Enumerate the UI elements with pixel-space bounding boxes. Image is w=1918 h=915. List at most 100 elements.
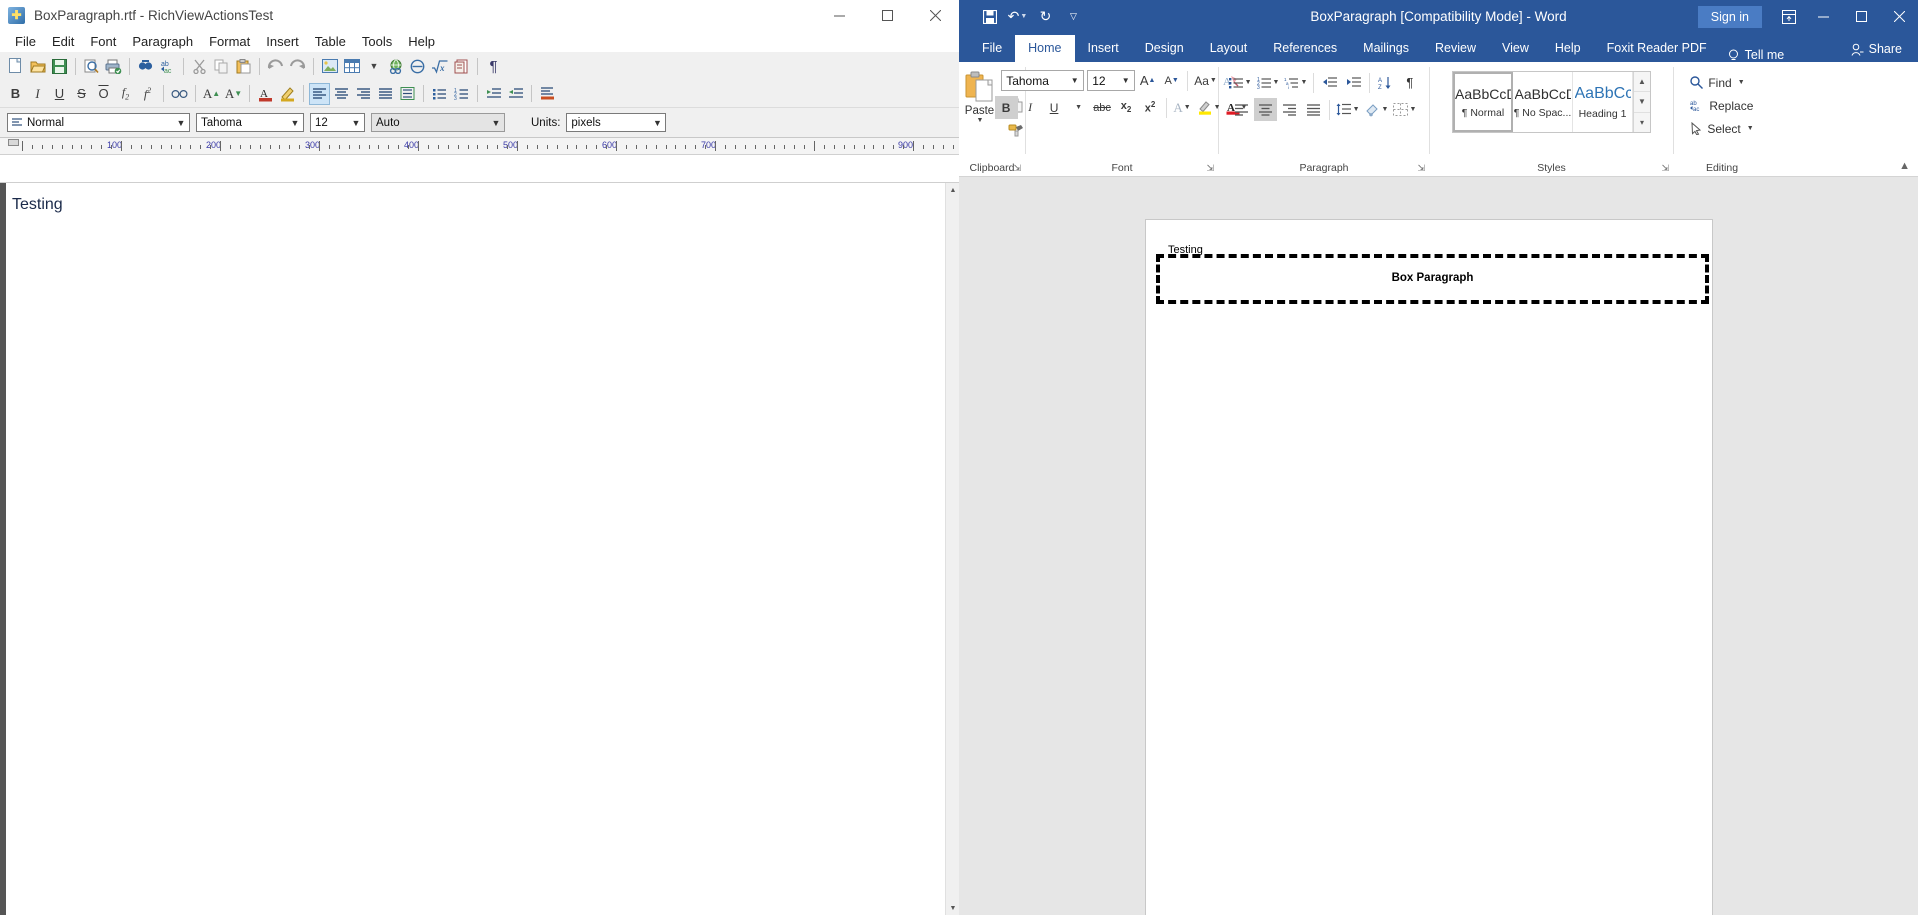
open-folder-icon[interactable]: [27, 55, 48, 77]
grow-font-icon[interactable]: A ▲: [1136, 69, 1159, 92]
find-button[interactable]: Find ▼: [1685, 72, 1758, 93]
menu-item-help[interactable]: Help: [400, 32, 443, 51]
bullets-icon[interactable]: ▼: [1227, 71, 1254, 94]
italic-icon[interactable]: I: [1019, 96, 1042, 119]
sort-icon[interactable]: AZ: [1374, 71, 1397, 94]
save-icon[interactable]: [977, 5, 1002, 29]
subscript-icon[interactable]: x2: [1115, 96, 1138, 119]
show-marks-icon[interactable]: ¶: [1398, 71, 1421, 94]
document-vertical-scrollbar[interactable]: ▲ ▼: [945, 183, 959, 915]
cut-icon[interactable]: [189, 55, 210, 77]
page-boxed-paragraph[interactable]: Box Paragraph: [1156, 254, 1709, 304]
subscript-icon[interactable]: f2: [115, 83, 136, 105]
paragraph-background-icon[interactable]: [537, 83, 558, 105]
richview-document-area[interactable]: Testing ▲ ▼: [0, 182, 959, 915]
numbered-list-icon[interactable]: 123: [451, 83, 472, 105]
tab-home[interactable]: Home: [1015, 35, 1075, 62]
format-painter-icon[interactable]: [1005, 118, 1028, 141]
increase-indent-icon[interactable]: [505, 83, 526, 105]
undo-icon[interactable]: ↶ ▼: [1005, 5, 1030, 29]
style-item-normal[interactable]: AaBbCcDc ¶ Normal: [1453, 72, 1513, 132]
show-formatting-marks-icon[interactable]: ¶: [483, 55, 504, 77]
font-combo[interactable]: Tahoma ▼: [196, 113, 304, 132]
scroll-down-icon[interactable]: ▼: [946, 901, 960, 915]
menu-item-tools[interactable]: Tools: [354, 32, 400, 51]
insert-hyperlink-icon[interactable]: [385, 55, 406, 77]
tab-mailings[interactable]: Mailings: [1350, 35, 1422, 62]
maximize-icon[interactable]: [1842, 0, 1880, 33]
replace-icon[interactable]: ab ac: [157, 55, 178, 77]
bold-icon[interactable]: B: [5, 83, 26, 105]
close-icon[interactable]: [911, 0, 959, 30]
multilevel-list-icon[interactable]: 1 a i ▼: [1282, 71, 1309, 94]
color-combo[interactable]: Auto ▼: [371, 113, 505, 132]
menu-item-font[interactable]: Font: [82, 32, 124, 51]
underline-icon[interactable]: U: [1043, 96, 1066, 119]
save-icon[interactable]: [49, 55, 70, 77]
tab-review[interactable]: Review: [1422, 35, 1489, 62]
chevron-down-icon[interactable]: ▼: [1747, 125, 1754, 132]
glasses-icon[interactable]: [169, 83, 190, 105]
menu-item-format[interactable]: Format: [201, 32, 258, 51]
shading-icon[interactable]: ▼: [1363, 98, 1391, 121]
font-size-combo[interactable]: 12 ▼: [310, 113, 365, 132]
superscript-icon[interactable]: x2: [1139, 96, 1162, 119]
shrink-font-icon[interactable]: A ▼: [223, 83, 244, 105]
highlight-color-icon[interactable]: [277, 83, 298, 105]
word-document-canvas[interactable]: Testing Box Paragraph: [959, 177, 1918, 915]
minimize-icon[interactable]: [1804, 0, 1842, 33]
shrink-font-icon[interactable]: A ▼: [1160, 69, 1183, 92]
styles-more-icon[interactable]: ▾: [1634, 113, 1650, 132]
table-dropdown-icon[interactable]: ▼: [363, 55, 384, 77]
tab-foxit-reader-pdf[interactable]: Foxit Reader PDF: [1594, 35, 1720, 62]
align-right-icon[interactable]: [353, 83, 374, 105]
align-left-icon[interactable]: [309, 82, 330, 105]
collapse-ribbon-icon[interactable]: ▲: [1899, 160, 1910, 172]
align-center-icon[interactable]: [1253, 98, 1277, 121]
align-justify-icon[interactable]: [375, 83, 396, 105]
superscript-icon[interactable]: f2: [137, 83, 158, 105]
ribbon-display-options-icon[interactable]: [1774, 0, 1804, 33]
redo-icon[interactable]: [287, 55, 308, 77]
chevron-down-icon[interactable]: ▼: [1117, 76, 1134, 85]
document-paragraph-testing[interactable]: Testing: [12, 196, 63, 214]
italic-icon[interactable]: I: [27, 83, 48, 105]
tab-design[interactable]: Design: [1132, 35, 1197, 62]
align-right-icon[interactable]: [1278, 98, 1301, 121]
style-item-heading-1[interactable]: AaBbCc Heading 1: [1573, 72, 1633, 132]
indent-marker[interactable]: [8, 139, 19, 146]
insert-symbol-icon[interactable]: [407, 55, 428, 77]
find-icon[interactable]: [135, 55, 156, 77]
print-icon[interactable]: [103, 55, 124, 77]
tab-view[interactable]: View: [1489, 35, 1542, 62]
scroll-down-icon[interactable]: ▼: [1634, 92, 1650, 113]
insert-table-icon[interactable]: [341, 55, 362, 77]
menu-item-table[interactable]: Table: [307, 32, 354, 51]
chevron-down-icon[interactable]: ▼: [1066, 76, 1083, 85]
insert-picture-icon[interactable]: [319, 55, 340, 77]
share-button[interactable]: Share: [1843, 42, 1910, 56]
sign-in-button[interactable]: Sign in: [1697, 5, 1762, 28]
line-spacing-icon[interactable]: ▼: [1334, 98, 1362, 121]
units-combo[interactable]: pixels ▼: [566, 113, 667, 132]
tab-file[interactable]: File: [969, 35, 1015, 62]
justify-icon[interactable]: [1302, 98, 1325, 121]
font-size-box[interactable]: 12 ▼: [1087, 70, 1136, 91]
copy-icon[interactable]: [211, 55, 232, 77]
text-effects-icon[interactable]: A ▼: [1171, 96, 1194, 119]
decrease-indent-icon[interactable]: [1318, 71, 1341, 94]
maximize-icon[interactable]: [863, 0, 911, 30]
menu-item-insert[interactable]: Insert: [258, 32, 307, 51]
tab-help[interactable]: Help: [1542, 35, 1594, 62]
grow-font-icon[interactable]: A ▲: [201, 83, 222, 105]
chevron-down-icon[interactable]: ▼: [977, 117, 984, 124]
overline-icon[interactable]: O: [93, 83, 114, 105]
styles-gallery-scrollbar[interactable]: ▲ ▼ ▾: [1633, 72, 1650, 132]
print-preview-icon[interactable]: [81, 55, 102, 77]
scroll-up-icon[interactable]: ▲: [946, 183, 960, 197]
underline-dropdown-icon[interactable]: ▼: [1067, 96, 1090, 119]
clipboard-dialog-launcher[interactable]: ⇲: [1013, 163, 1021, 174]
borders-icon[interactable]: ▼: [1391, 98, 1418, 121]
menu-item-file[interactable]: File: [7, 32, 44, 51]
change-case-icon[interactable]: Aa ▼: [1192, 69, 1219, 92]
